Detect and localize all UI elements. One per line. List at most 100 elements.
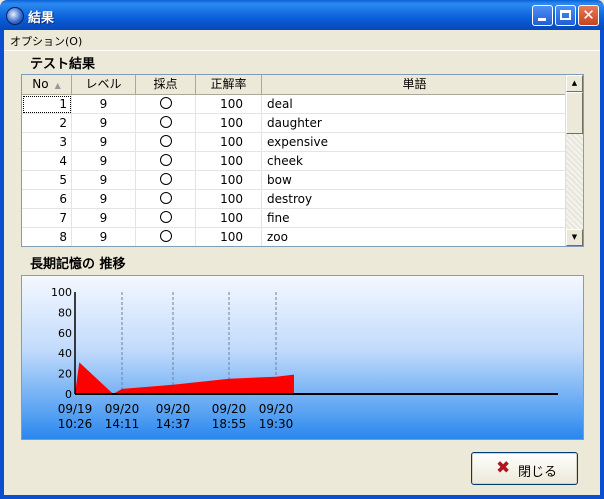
x-tick-time: 18:55: [212, 417, 247, 431]
row-rate: 100: [196, 228, 262, 246]
table-row[interactable]: 3 9 100 expensive: [22, 133, 567, 152]
correct-circle-icon: [159, 97, 172, 109]
table-row[interactable]: 6 9 100 destroy: [22, 190, 567, 209]
column-header-level[interactable]: レベル: [72, 75, 136, 94]
row-score: [136, 228, 196, 246]
row-no: 8: [22, 228, 72, 246]
row-score: [136, 95, 196, 114]
x-tick-date: 09/20: [156, 402, 191, 416]
row-word: daughter: [267, 116, 322, 130]
minimize-button[interactable]: [532, 5, 553, 26]
row-score: [136, 209, 196, 228]
test-results-label: テスト結果: [30, 57, 96, 72]
row-rate: 100: [196, 95, 262, 114]
y-tick-label: 60: [58, 327, 72, 340]
correct-circle-icon: [159, 154, 172, 166]
y-tick-label: 40: [58, 347, 72, 360]
column-header-no[interactable]: No ▲: [22, 75, 72, 94]
x-tick-time: 14:11: [105, 417, 140, 431]
row-word: cheek: [267, 154, 303, 168]
column-header-score[interactable]: 採点: [136, 75, 196, 94]
close-button[interactable]: ✖ 閉じる: [471, 452, 578, 485]
row-rate: 100: [196, 209, 262, 228]
window-frame-left: [0, 30, 4, 499]
column-header-rate[interactable]: 正解率: [196, 75, 262, 94]
minimize-icon: [538, 18, 546, 21]
row-score: [136, 152, 196, 171]
y-tick-label: 20: [58, 368, 72, 381]
row-rate: 100: [196, 133, 262, 152]
row-score: [136, 171, 196, 190]
table-row[interactable]: 5 9 100 bow: [22, 171, 567, 190]
maximize-button[interactable]: [555, 5, 576, 26]
memory-area: [75, 362, 294, 394]
table-scrollbar[interactable]: ▲ ▼: [565, 75, 583, 246]
table-row[interactable]: 2 9 100 daughter: [22, 114, 567, 133]
row-score: [136, 114, 196, 133]
row-level: 9: [72, 95, 136, 114]
x-tick-date: 09/20: [212, 402, 247, 416]
close-x-icon: ✖: [496, 458, 511, 478]
x-tick-time: 19:30: [259, 417, 294, 431]
row-score: [136, 190, 196, 209]
row-no: 5: [22, 171, 72, 190]
correct-circle-icon: [159, 173, 172, 185]
y-tick-label: 100: [51, 286, 72, 299]
window-frame-right: [600, 30, 604, 499]
row-no: 1: [22, 95, 72, 114]
row-level: 9: [72, 190, 136, 209]
table-row[interactable]: 4 9 100 cheek: [22, 152, 567, 171]
y-tick-label: 0: [65, 388, 72, 401]
app-globe-icon: [6, 7, 24, 25]
x-tick-date: 09/19: [58, 402, 93, 416]
scroll-down-button[interactable]: ▼: [566, 229, 583, 246]
row-word: deal: [267, 97, 293, 111]
row-level: 9: [72, 114, 136, 133]
x-tick-time: 14:37: [156, 417, 191, 431]
row-no: 3: [22, 133, 72, 152]
scroll-up-button[interactable]: ▲: [566, 75, 583, 92]
correct-circle-icon: [159, 135, 172, 147]
correct-circle-icon: [159, 192, 172, 204]
row-no: 6: [22, 190, 72, 209]
x-tick-date: 09/20: [259, 402, 294, 416]
row-rate: 100: [196, 171, 262, 190]
x-tick-date: 09/20: [105, 402, 140, 416]
memory-chart: 100 80 60 40 20 0 09/19 10:26 09/20 14:11 09/20 14:…: [21, 275, 584, 440]
row-rate: 100: [196, 114, 262, 133]
row-level: 9: [72, 133, 136, 152]
row-word: expensive: [267, 135, 328, 149]
row-rate: 100: [196, 152, 262, 171]
sort-ascending-icon: ▲: [54, 81, 61, 90]
correct-circle-icon: [159, 116, 172, 128]
menu-bar: オプション(O): [4, 30, 600, 51]
row-no: 4: [22, 152, 72, 171]
row-word: destroy: [267, 192, 313, 206]
title-bar[interactable]: 結果 ✕: [0, 0, 604, 30]
window-frame-bottom: [0, 495, 604, 499]
correct-circle-icon: [159, 211, 172, 223]
y-tick-label: 80: [58, 306, 72, 319]
table-row[interactable]: 8 9 100 zoo: [22, 228, 567, 246]
row-word: zoo: [267, 230, 288, 244]
memory-trend-label: 長期記憶の 推移: [30, 257, 126, 272]
row-word: fine: [267, 211, 290, 225]
table-row[interactable]: 1 9 100 deal: [22, 95, 567, 114]
row-level: 9: [72, 228, 136, 246]
close-button-label: 閉じる: [518, 465, 558, 480]
row-no: 7: [22, 209, 72, 228]
table-header: No ▲ レベル 採点 正解率 単語: [22, 75, 567, 95]
table-row[interactable]: 7 9 100 fine: [22, 209, 567, 228]
menu-options[interactable]: オプション(O): [10, 33, 82, 49]
results-table[interactable]: No ▲ レベル 採点 正解率 単語 1 9 100 deal 2 9 100 daughter…: [21, 74, 584, 247]
memory-chart-svg: 10080604020009/1910:2609/2014:1109/2014:…: [51, 286, 558, 431]
close-window-button[interactable]: ✕: [578, 5, 599, 26]
column-header-word[interactable]: 単語: [262, 75, 567, 94]
row-level: 9: [72, 171, 136, 190]
window-title: 結果: [28, 11, 55, 26]
scroll-thumb[interactable]: [566, 92, 583, 134]
row-no: 2: [22, 114, 72, 133]
row-level: 9: [72, 209, 136, 228]
x-tick-time: 10:26: [58, 417, 93, 431]
row-word: bow: [267, 173, 292, 187]
